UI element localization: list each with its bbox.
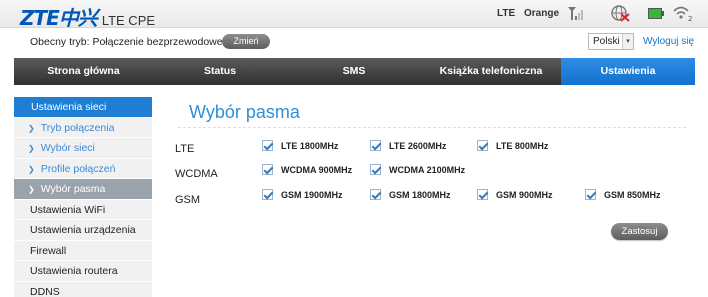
language-select[interactable]: Polski ▾ <box>588 33 634 50</box>
tab-sms[interactable]: SMS <box>287 58 421 85</box>
sidebar-item-band-selection[interactable]: ❯ Wybór pasma <box>14 179 152 200</box>
sidebar-item-label: Profile połączeń <box>40 162 116 175</box>
band-label: WCDMA 2100MHz <box>389 164 466 175</box>
band-label: GSM 1900MHz <box>281 189 343 200</box>
chevron-right-icon: ❯ <box>28 123 35 133</box>
language-value: Polski <box>593 36 620 47</box>
title-divider <box>178 127 686 128</box>
band-label: GSM 850MHz <box>604 189 661 200</box>
band-checkbox[interactable] <box>370 140 381 151</box>
sidebar-item-connection-profiles[interactable]: ❯ Profile połączeń <box>14 158 152 179</box>
wifi-icon: 2 <box>673 5 693 25</box>
page-title: Wybór pasma <box>189 102 300 122</box>
sidebar-item-router-settings[interactable]: Ustawienia routera <box>14 261 152 282</box>
tab-phonebook[interactable]: Książka telefoniczna <box>421 58 561 85</box>
sidebar-item-connection-mode[interactable]: ❯ Tryb połączenia <box>14 117 152 138</box>
band-label: WCDMA 900MHz <box>281 164 353 175</box>
sidebar-item-network-settings[interactable]: Ustawienia sieci <box>14 97 152 118</box>
band-checkbox[interactable] <box>262 189 273 200</box>
band-checkbox[interactable] <box>262 140 273 151</box>
sidebar-item-firewall[interactable]: Firewall <box>14 240 152 261</box>
band-option[interactable]: GSM 900MHz <box>477 189 553 200</box>
chevron-right-icon: ❯ <box>28 185 35 194</box>
tab-home[interactable]: Strona główna <box>14 58 153 85</box>
band-option[interactable]: WCDMA 2100MHz <box>370 164 465 175</box>
band-label: GSM 1800MHz <box>389 189 451 200</box>
sidebar-item-label: Wybór pasma <box>40 183 106 195</box>
band-option[interactable]: GSM 1900MHz <box>262 189 343 200</box>
wifi-clients-count: 2 <box>688 15 692 22</box>
sidebar-item-network-selection[interactable]: ❯ Wybór sieci <box>14 138 152 159</box>
logo: ZTE中兴 LTE CPE <box>20 2 155 31</box>
band-label: GSM 900MHz <box>496 189 553 200</box>
band-option[interactable]: GSM 850MHz <box>585 189 661 200</box>
sidebar-item-device-settings[interactable]: Ustawienia urządzenia <box>14 220 152 241</box>
band-option[interactable]: GSM 1800MHz <box>370 189 451 200</box>
brand-logo: ZTE中兴 <box>20 6 98 30</box>
network-type: LTE <box>497 8 516 19</box>
row-label-lte: LTE <box>175 143 195 155</box>
sidebar: Ustawienia sieci ❯ Tryb połączenia ❯ Wybór… <box>14 97 152 297</box>
chevron-right-icon: ❯ <box>28 164 35 174</box>
band-label: LTE 800MHz <box>496 140 549 151</box>
band-label: LTE 1800MHz <box>281 140 339 151</box>
row-label-wcdma: WCDMA <box>175 168 218 180</box>
globe-disconnected-icon <box>610 5 630 25</box>
apply-button[interactable]: Zastosuj <box>611 223 668 240</box>
row-label-gsm: GSM <box>175 194 201 206</box>
band-checkbox[interactable] <box>477 189 488 200</box>
main-nav: Strona główna Status SMS Książka telefon… <box>14 58 695 85</box>
band-label: LTE 2600MHz <box>389 140 447 151</box>
band-checkbox[interactable] <box>262 164 273 175</box>
chevron-down-icon[interactable]: ▾ <box>622 34 633 49</box>
top-bar: ZTE中兴 LTE CPE LTE Orange 2 <box>0 0 708 31</box>
band-option[interactable]: LTE 1800MHz <box>262 140 338 151</box>
change-mode-button[interactable]: Zmień <box>222 34 270 49</box>
band-option[interactable]: WCDMA 900MHz <box>262 164 352 175</box>
sidebar-item-label: Tryb połączenia <box>40 121 115 134</box>
chevron-right-icon: ❯ <box>28 144 35 153</box>
band-checkbox[interactable] <box>370 189 381 200</box>
band-checkbox[interactable] <box>585 189 596 200</box>
current-mode-text: Obecny tryb: Połączenie bezprzewodowe <box>30 36 223 48</box>
band-option[interactable]: LTE 800MHz <box>477 140 548 151</box>
sidebar-item-ddns[interactable]: DDNS <box>14 281 152 297</box>
sidebar-item-label: Wybór sieci <box>40 142 95 154</box>
operator-name: Orange <box>524 8 560 19</box>
band-option[interactable]: LTE 2600MHz <box>370 140 446 151</box>
sidebar-item-wifi-settings[interactable]: Ustawienia WiFi <box>14 199 152 220</box>
battery-icon <box>648 8 664 22</box>
tab-settings[interactable]: Ustawienia <box>561 58 695 85</box>
logout-link[interactable]: Wyloguj się <box>643 36 694 47</box>
signal-icon <box>567 5 585 24</box>
tab-status[interactable]: Status <box>153 58 287 85</box>
product-name: LTE CPE <box>101 13 156 28</box>
band-checkbox[interactable] <box>477 140 488 151</box>
band-checkbox[interactable] <box>370 164 381 175</box>
